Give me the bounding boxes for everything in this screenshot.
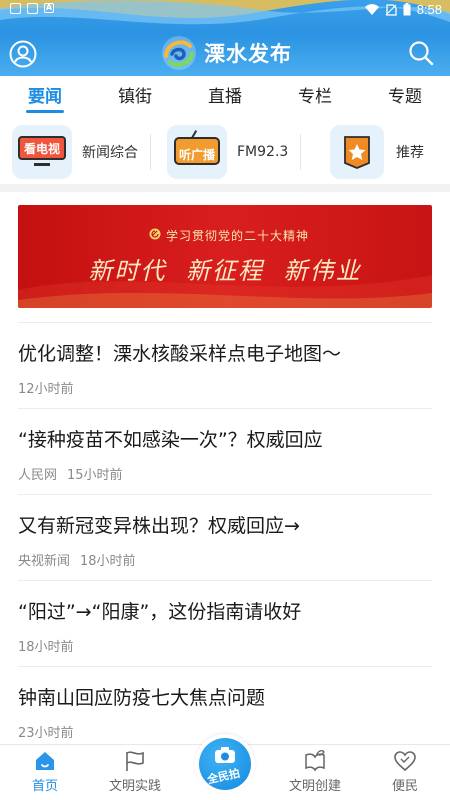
news-title: “接种疫苗不如感染一次”？权威回应 <box>18 429 323 451</box>
battery-icon <box>403 3 411 16</box>
news-meta: 12小时前 <box>18 378 74 397</box>
tv-badge-label: 看电视 <box>23 141 60 156</box>
news-meta: 23小时前 <box>18 722 74 741</box>
nav-convenience-label: 便民 <box>391 779 418 794</box>
news-title: 又有新冠变异株出现？权威回应→ <box>18 515 300 537</box>
status-notifications: A <box>10 3 54 14</box>
radio-badge-label: 听广播 <box>178 147 215 162</box>
quick-link-radio-label: FM92.3 <box>237 144 289 160</box>
star-badge-svg <box>344 136 370 169</box>
nav-civilization-practice-label: 文明实践 <box>108 779 161 794</box>
nav-civilization-creation-label: 文明创建 <box>288 779 341 794</box>
divider <box>150 134 151 170</box>
nav-home[interactable]: 首页 <box>0 745 90 800</box>
search-icon[interactable] <box>408 40 434 66</box>
status-system: 8:58 <box>364 2 442 17</box>
quick-link-tv-label: 新闻综合 <box>82 145 138 161</box>
status-time: 8:58 <box>416 2 442 17</box>
news-meta: 18小时前 <box>18 636 74 655</box>
leaf-book-icon <box>305 750 325 772</box>
nav-civilization-practice[interactable]: 文明实践 <box>90 745 180 800</box>
notification-icon <box>10 3 21 14</box>
logo-swirl-icon <box>162 36 196 70</box>
quick-link-radio[interactable]: 听广播 FM92.3 <box>167 124 288 180</box>
home-icon <box>36 752 54 770</box>
tv-stand <box>34 163 50 166</box>
nav-home-label: 首页 <box>31 779 58 794</box>
news-time: 12小时前 <box>18 382 74 397</box>
radio-icon: 听广播 <box>167 125 227 179</box>
news-item[interactable]: “阳过”→“阳康”，这份指南请收好 18小时前 <box>18 580 432 666</box>
news-item[interactable]: “接种疫苗不如感染一次”？权威回应 人民网 15小时前 <box>18 408 432 494</box>
news-title: 钟南山回应防疫七大焦点问题 <box>18 687 266 709</box>
app-header: A 8:58 溧水发布 <box>0 0 450 76</box>
news-item[interactable]: 优化调整！溧水核酸采样点电子地图～ 12小时前 <box>18 322 432 408</box>
app-logo: 溧水发布 <box>160 32 292 74</box>
image-notification-icon <box>27 3 38 14</box>
user-icon[interactable] <box>9 40 37 68</box>
news-meta: 人民网 15小时前 <box>18 464 123 483</box>
citizen-photo-circle: 全民拍 <box>199 738 251 790</box>
app-title: 溧水发布 <box>204 42 292 66</box>
quick-links: 看电视 新闻综合 听广播 FM92.3 推荐 <box>0 124 450 182</box>
tab-columns[interactable]: 专栏 <box>270 76 360 118</box>
tv-icon: 看电视 <box>12 125 72 179</box>
quick-link-recommend-label: 推荐 <box>396 145 424 161</box>
news-time: 18小时前 <box>18 640 74 655</box>
tab-headlines[interactable]: 要闻 <box>0 76 90 118</box>
status-bar: A 8:58 <box>0 0 450 20</box>
wifi-icon <box>364 3 379 15</box>
tab-live[interactable]: 直播 <box>180 76 270 118</box>
nav-citizen-photo[interactable]: 全民拍 <box>195 734 255 794</box>
news-meta: 央视新闻 18小时前 <box>18 550 136 569</box>
nav-convenience[interactable]: 便民 <box>360 745 450 800</box>
party-emblem-icon <box>149 228 161 240</box>
heart-icon <box>394 751 416 772</box>
star-ribbon-icon <box>330 125 384 179</box>
app-notification-icon: A <box>44 3 54 13</box>
news-time: 15小时前 <box>67 468 123 483</box>
section-separator <box>0 184 450 192</box>
banner-party-congress[interactable]: 学习贯彻党的二十大精神 新时代 新征程 新伟业 <box>18 205 432 308</box>
news-list: 优化调整！溧水核酸采样点电子地图～ 12小时前 “接种疫苗不如感染一次”？权威回… <box>18 322 432 752</box>
no-sim-icon <box>385 3 397 16</box>
banner-slogan: 新时代 新征程 新伟业 <box>88 257 362 285</box>
news-title: 优化调整！溧水核酸采样点电子地图～ <box>18 343 342 365</box>
camera-icon <box>215 747 235 763</box>
banner-subtitle: 学习贯彻党的二十大精神 <box>166 229 310 243</box>
news-time: 23小时前 <box>18 726 74 741</box>
tab-topics[interactable]: 专题 <box>360 76 450 118</box>
news-time: 18小时前 <box>80 554 136 569</box>
news-item[interactable]: 又有新冠变异株出现？权威回应→ 央视新闻 18小时前 <box>18 494 432 580</box>
divider <box>300 134 301 170</box>
nav-citizen-photo-label: 全民拍 <box>206 766 242 787</box>
news-title: “阳过”→“阳康”，这份指南请收好 <box>18 601 302 623</box>
flag-icon <box>126 751 144 771</box>
quick-link-recommend[interactable]: 推荐 <box>330 124 424 180</box>
nav-civilization-creation[interactable]: 文明创建 <box>270 745 360 800</box>
category-tabs: 要闻 镇街 直播 专栏 专题 <box>0 76 450 118</box>
news-source: 人民网 <box>18 468 58 483</box>
quick-link-tv[interactable]: 看电视 新闻综合 <box>12 124 138 180</box>
tab-towns[interactable]: 镇街 <box>90 76 180 118</box>
news-source: 央视新闻 <box>18 554 71 569</box>
